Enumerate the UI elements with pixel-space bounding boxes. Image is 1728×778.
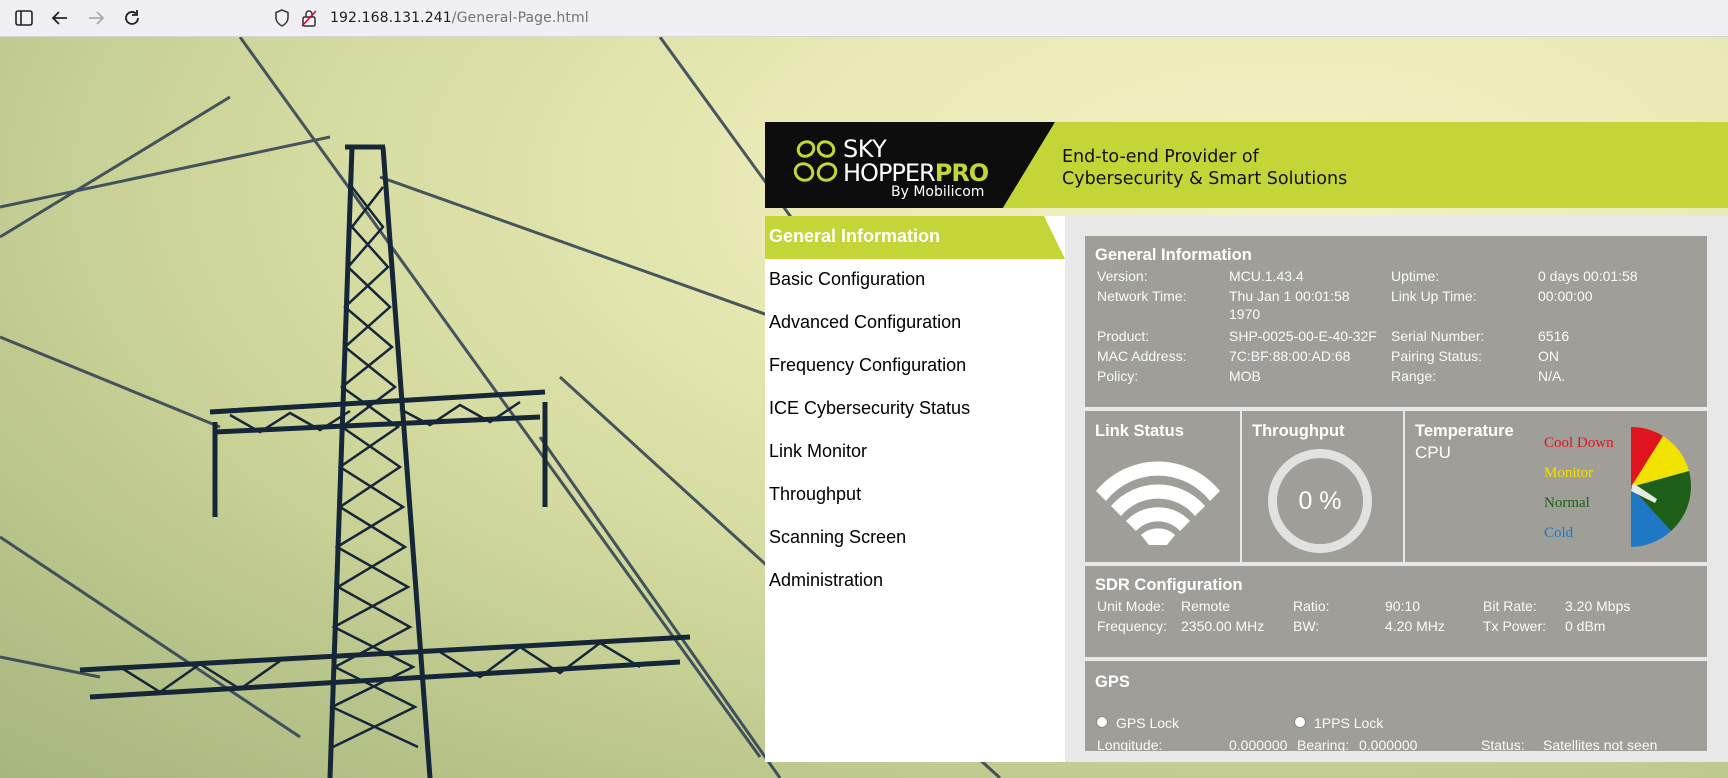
gps-card: GPS GPS Lock 1PPS Lock Longitude: 0.0000… <box>1085 661 1707 751</box>
menu-item-administration[interactable]: Administration <box>765 560 1065 603</box>
reload-icon[interactable] <box>120 6 144 30</box>
frequency-value: 2350.00 MHz <box>1181 618 1265 634</box>
logo-area: SKY HOPPERPRO By Mobilicom <box>765 122 1055 208</box>
range-value: N/A. <box>1538 368 1566 384</box>
temperature-card: Temperature CPU Cool Down Monitor Normal… <box>1405 411 1707 562</box>
policy-label: Policy: <box>1097 368 1139 384</box>
throughput-card: Throughput 0 % <box>1242 411 1403 562</box>
menu-item-frequency-configuration[interactable]: Frequency Configuration <box>765 345 1065 388</box>
legend-cool-down: Cool Down <box>1544 435 1614 451</box>
tagline: End-to-end Provider of Cybersecurity & S… <box>1062 146 1347 190</box>
wifi-icon <box>1093 461 1223 552</box>
link-status-title: Link Status <box>1095 422 1184 440</box>
uptime-value: 0 days 00:01:58 <box>1538 268 1638 284</box>
tagline-line1: End-to-end Provider of <box>1062 147 1259 167</box>
app-panel: SKY HOPPERPRO By Mobilicom End-to-end Pr… <box>765 122 1728 762</box>
longitude-value: 0.000000 <box>1229 737 1288 751</box>
link-up-time-label: Link Up Time: <box>1391 288 1477 304</box>
bit-rate-value: 3.20 Mbps <box>1565 598 1631 614</box>
pps-lock-label: 1PPS Lock <box>1314 715 1384 731</box>
skyhopper-logo-icon <box>791 134 845 193</box>
temperature-gauge <box>1627 425 1693 554</box>
product-label: Product: <box>1097 328 1150 344</box>
menu-item-advanced-configuration[interactable]: Advanced Configuration <box>765 302 1065 345</box>
browser-toolbar: 192.168.131.241/General-Page.html <box>0 0 1728 37</box>
uptime-label: Uptime: <box>1391 268 1440 284</box>
pps-lock-radio[interactable] <box>1294 716 1306 728</box>
policy-value: MOB <box>1229 368 1261 384</box>
legend-normal: Normal <box>1544 495 1590 511</box>
url-host: 192.168.131.241 <box>330 10 452 26</box>
bw-value: 4.20 MHz <box>1385 618 1445 634</box>
logo-text-sky: SKY <box>843 135 887 163</box>
gps-status-value: Satellites not seen <box>1543 737 1658 751</box>
menu-item-throughput[interactable]: Throughput <box>765 474 1065 517</box>
gps-status-label: Status: <box>1481 737 1525 751</box>
logo-text-hopper: HOPPERPRO <box>843 159 989 187</box>
general-info-title: General Information <box>1095 246 1252 264</box>
sidebar-menu: General Information Basic Configuration … <box>765 216 1065 762</box>
pairing-status-label: Pairing Status: <box>1391 348 1483 364</box>
gps-lock-label: GPS Lock <box>1116 715 1180 731</box>
version-value: MCU.1.43.4 <box>1229 268 1304 284</box>
shield-icon[interactable] <box>274 9 290 32</box>
tx-power-value: 0 dBm <box>1565 618 1606 634</box>
longitude-label: Longitude: <box>1097 737 1163 751</box>
tx-power-label: Tx Power: <box>1483 618 1547 634</box>
link-up-time-value: 00:00:00 <box>1538 288 1593 304</box>
gps-title: GPS <box>1095 673 1130 691</box>
legend-cold: Cold <box>1544 525 1574 541</box>
bit-rate-label: Bit Rate: <box>1483 598 1537 614</box>
serial-number-value: 6516 <box>1538 328 1570 344</box>
menu-item-general-information[interactable]: General Information <box>765 216 1065 259</box>
forward-icon[interactable] <box>84 6 108 30</box>
url-text[interactable]: 192.168.131.241/General-Page.html <box>330 10 589 26</box>
legend-monitor: Monitor <box>1544 465 1594 481</box>
unit-mode-value: Remote <box>1181 598 1231 614</box>
unit-mode-label: Unit Mode: <box>1097 598 1165 614</box>
link-status-card: Link Status <box>1085 411 1240 562</box>
frequency-label: Frequency: <box>1097 618 1168 634</box>
menu-item-link-monitor[interactable]: Link Monitor <box>765 431 1065 474</box>
temperature-subtitle: CPU <box>1415 443 1451 462</box>
menu-item-scanning-screen[interactable]: Scanning Screen <box>765 517 1065 560</box>
range-label: Range: <box>1391 368 1437 384</box>
sdr-title: SDR Configuration <box>1095 576 1243 594</box>
logo-hopper: HOPPER <box>843 159 936 187</box>
sidebar-toggle-icon[interactable] <box>12 6 36 30</box>
logo-pro: PRO <box>934 159 989 187</box>
content-area: General Information Version: MCU.1.43.4 … <box>1065 216 1728 762</box>
bearing-label: Bearing: <box>1297 737 1350 751</box>
network-time-year: 1970 <box>1229 306 1261 322</box>
network-time-label: Network Time: <box>1097 288 1187 304</box>
logo-byline: By Mobilicom <box>891 184 985 200</box>
serial-number-label: Serial Number: <box>1391 328 1485 344</box>
bw-label: BW: <box>1293 618 1320 634</box>
sdr-configuration-card: SDR Configuration Unit Mode: Remote Rati… <box>1085 566 1707 657</box>
ratio-label: Ratio: <box>1293 598 1330 614</box>
pairing-status-value: ON <box>1538 348 1559 364</box>
insecure-lock-icon[interactable] <box>301 9 317 32</box>
mac-address-label: MAC Address: <box>1097 348 1187 364</box>
throughput-value: 0 % <box>1298 486 1342 515</box>
version-label: Version: <box>1097 268 1148 284</box>
network-time-value: Thu Jan 1 00:01:58 <box>1229 288 1350 304</box>
ratio-value: 90:10 <box>1385 598 1421 614</box>
tagline-line2: Cybersecurity & Smart Solutions <box>1062 169 1348 189</box>
temperature-title: Temperature <box>1415 422 1514 440</box>
product-value: SHP-0025-00-E-40-32F <box>1229 328 1377 344</box>
url-path: /General-Page.html <box>451 10 589 26</box>
header-banner: SKY HOPPERPRO By Mobilicom End-to-end Pr… <box>765 122 1728 208</box>
bearing-value: 0.000000 <box>1359 737 1418 751</box>
back-icon[interactable] <box>48 6 72 30</box>
menu-item-basic-configuration[interactable]: Basic Configuration <box>765 259 1065 302</box>
throughput-title: Throughput <box>1252 422 1345 440</box>
menu-item-ice-cybersecurity-status[interactable]: ICE Cybersecurity Status <box>765 388 1065 431</box>
mac-address-value: 7C:BF:88:00:AD:68 <box>1229 348 1351 364</box>
gps-lock-radio[interactable] <box>1096 716 1108 728</box>
general-information-card: General Information Version: MCU.1.43.4 … <box>1085 236 1707 407</box>
